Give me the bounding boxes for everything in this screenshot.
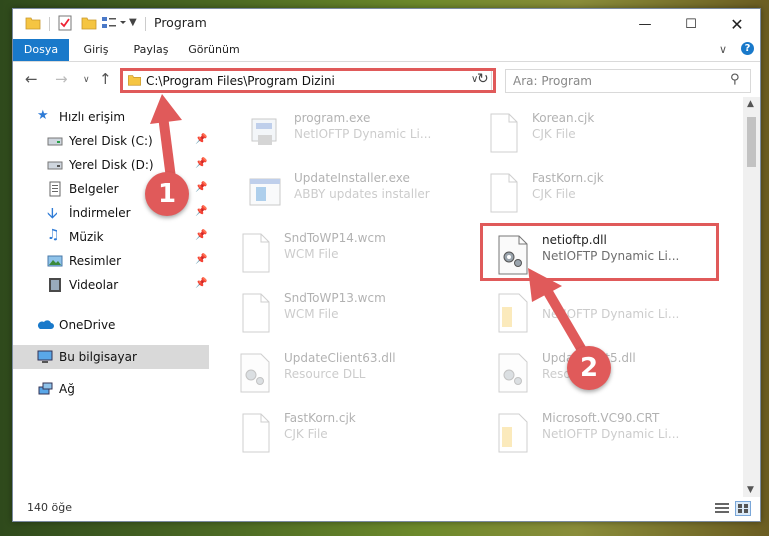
step-badge-1: 1 — [145, 172, 189, 216]
step-badge-2: 2 — [567, 346, 611, 390]
annotation-arrows — [150, 94, 591, 360]
arrow-one-head — [150, 94, 182, 124]
arrow-two-head — [528, 268, 562, 302]
